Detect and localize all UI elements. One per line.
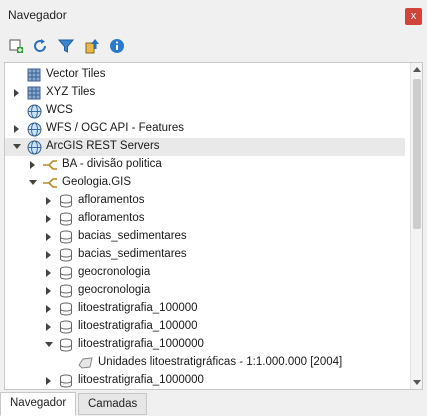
chevron-right-icon[interactable] xyxy=(43,267,55,279)
tree-item-label: XYZ Tiles xyxy=(46,86,96,98)
add-layer-icon xyxy=(9,39,23,53)
chevron-right-icon[interactable] xyxy=(43,231,55,243)
chevron-right-icon[interactable] xyxy=(43,195,55,207)
tab-navegador[interactable]: Navegador xyxy=(0,392,77,416)
vertical-scrollbar[interactable] xyxy=(410,63,422,389)
tree-item-label: afloramentos xyxy=(78,212,145,224)
database-icon xyxy=(58,283,74,299)
grid-icon xyxy=(26,67,42,83)
database-icon xyxy=(58,229,74,245)
tree-item[interactable]: litoestratigrafia_100000 xyxy=(5,318,405,336)
tree-item[interactable]: WCS xyxy=(5,102,405,120)
tree-item-label: litoestratigrafia_1000000 xyxy=(78,338,204,350)
tree-item-label: litoestratigrafia_100000 xyxy=(78,320,198,332)
browser-toolbar xyxy=(0,32,427,60)
tree-item[interactable]: afloramentos xyxy=(5,192,405,210)
tab-camadas[interactable]: Camadas xyxy=(78,393,148,415)
add-selected-layers-button[interactable] xyxy=(6,36,26,56)
panel-title: Navegador xyxy=(8,8,67,22)
database-icon xyxy=(58,247,74,263)
database-icon xyxy=(58,193,74,209)
scroll-down-arrow-icon[interactable] xyxy=(411,377,422,389)
tree-item[interactable]: bacias_sedimentares xyxy=(5,246,405,264)
tree-item[interactable]: afloramentos xyxy=(5,210,405,228)
database-icon xyxy=(58,265,74,281)
tree-item[interactable]: Vector Tiles xyxy=(5,66,405,84)
globe-icon xyxy=(26,103,42,119)
chevron-right-icon[interactable] xyxy=(43,285,55,297)
info-icon xyxy=(110,39,124,53)
panel-tabs: Navegador Camadas xyxy=(0,391,427,416)
database-icon xyxy=(58,337,74,353)
connection-icon xyxy=(42,175,58,191)
database-icon xyxy=(58,211,74,227)
tree-item-label: bacias_sedimentares xyxy=(78,248,187,260)
scrollbar-thumb[interactable] xyxy=(413,79,421,229)
browser-tree[interactable]: Vector Tiles XYZ Tiles WCS WFS / OGC API - … xyxy=(4,62,423,390)
tree-item-label: BA - divisão politica xyxy=(62,158,162,170)
tree-item[interactable]: litoestratigrafia_1000000 xyxy=(5,372,405,389)
collapse-all-button[interactable] xyxy=(82,36,102,56)
filter-button[interactable] xyxy=(56,36,76,56)
tree-item[interactable]: litoestratigrafia_1000000 xyxy=(5,336,405,354)
chevron-right-icon[interactable] xyxy=(11,87,23,99)
close-panel-button[interactable]: x xyxy=(405,8,422,25)
globe-icon xyxy=(26,139,42,155)
globe-icon xyxy=(26,121,42,137)
tree-item-label: bacias_sedimentares xyxy=(78,230,187,242)
refresh-button[interactable] xyxy=(30,36,50,56)
tree-item-label: litoestratigrafia_1000000 xyxy=(78,374,204,386)
polygon-layer-icon xyxy=(78,355,94,371)
tree-item-label: WCS xyxy=(46,104,73,116)
tree-item[interactable]: Geologia.GIS xyxy=(5,174,405,192)
chevron-right-icon[interactable] xyxy=(43,249,55,261)
tree-item[interactable]: XYZ Tiles xyxy=(5,84,405,102)
refresh-icon xyxy=(34,39,47,52)
database-icon xyxy=(58,301,74,317)
tree-item[interactable]: geocronologia xyxy=(5,282,405,300)
tree-item-label: Geologia.GIS xyxy=(62,176,132,188)
chevron-right-icon[interactable] xyxy=(43,213,55,225)
tree-item-label: Unidades litoestratigráficas - 1:1.000.0… xyxy=(98,356,343,368)
chevron-right-icon[interactable] xyxy=(43,321,55,333)
scroll-up-arrow-icon[interactable] xyxy=(411,63,422,75)
tree-item-label: afloramentos xyxy=(78,194,145,206)
tree-item[interactable]: Unidades litoestratigráficas - 1:1.000.0… xyxy=(5,354,405,372)
chevron-right-icon[interactable] xyxy=(11,123,23,135)
filter-icon xyxy=(58,39,74,53)
chevron-right-icon[interactable] xyxy=(43,375,55,387)
tree-item-label: WFS / OGC API - Features xyxy=(46,122,185,134)
tree-item[interactable]: ArcGIS REST Servers xyxy=(5,138,405,156)
tree-item[interactable]: bacias_sedimentares xyxy=(5,228,405,246)
tree-item-label: geocronologia xyxy=(78,284,151,296)
chevron-down-icon[interactable] xyxy=(11,141,23,153)
collapse-icon xyxy=(85,39,99,54)
tree-item-label: Vector Tiles xyxy=(46,68,106,80)
properties-button[interactable] xyxy=(107,36,127,56)
panel-titlebar: Navegador x xyxy=(0,0,427,30)
database-icon xyxy=(58,373,74,389)
tree-item-label: litoestratigrafia_100000 xyxy=(78,302,198,314)
grid-icon xyxy=(26,85,42,101)
tree-item[interactable]: WFS / OGC API - Features xyxy=(5,120,405,138)
chevron-right-icon[interactable] xyxy=(43,303,55,315)
tree-item-label: geocronologia xyxy=(78,266,151,278)
chevron-down-icon[interactable] xyxy=(27,177,39,189)
tree-item[interactable]: litoestratigrafia_100000 xyxy=(5,300,405,318)
tree-item[interactable]: BA - divisão politica xyxy=(5,156,405,174)
chevron-down-icon[interactable] xyxy=(43,339,55,351)
database-icon xyxy=(58,319,74,335)
tree-item-label: ArcGIS REST Servers xyxy=(46,140,160,152)
chevron-right-icon[interactable] xyxy=(27,159,39,171)
connection-icon xyxy=(42,157,58,173)
tree-item[interactable]: geocronologia xyxy=(5,264,405,282)
